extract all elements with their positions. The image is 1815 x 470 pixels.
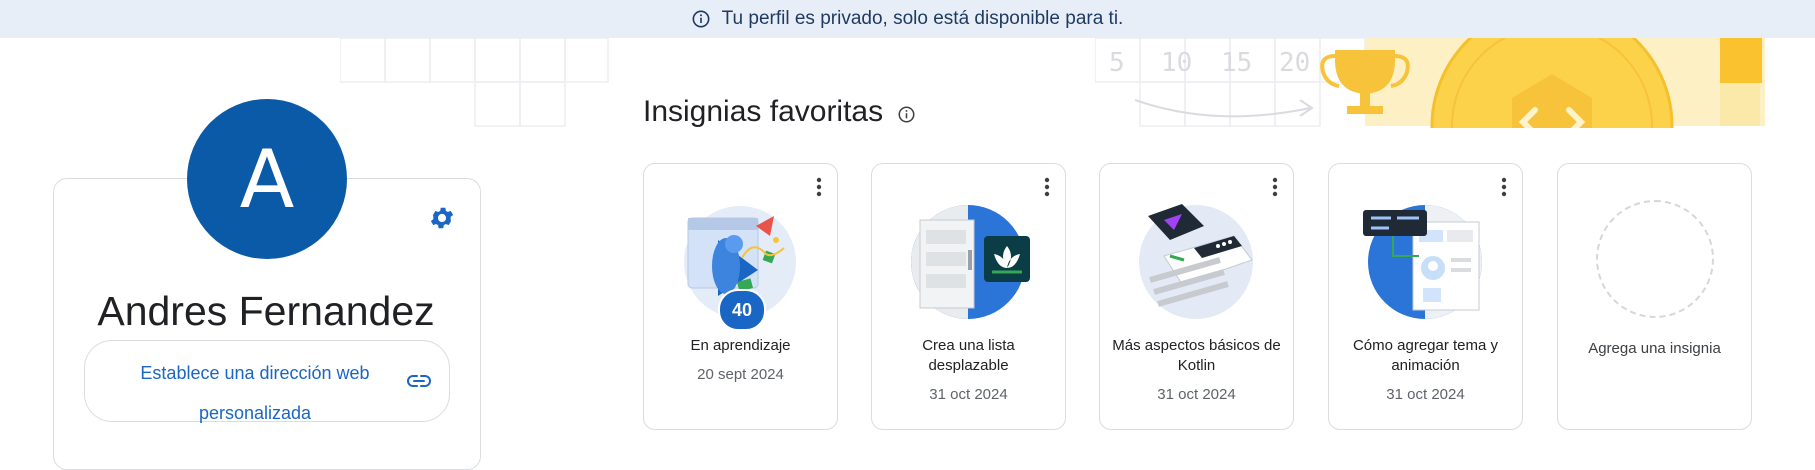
more-vert-icon[interactable] xyxy=(813,176,825,198)
badge-date: 31 oct 2024 xyxy=(1386,386,1465,403)
info-icon xyxy=(692,10,710,28)
favorite-badges-title: Insignias favoritas xyxy=(643,95,915,129)
set-custom-url-button[interactable]: Establece una dirección web personalizad… xyxy=(84,340,450,423)
badge-name: Crea una lista desplazable xyxy=(922,337,1015,374)
profile-name: Andres Fernandez xyxy=(97,288,435,334)
badge-name: En aprendizaje xyxy=(690,337,791,354)
badge-card[interactable]: Cómo agregar tema y animación 31 oct 202… xyxy=(1328,163,1523,430)
link-icon xyxy=(407,375,431,387)
add-badge-card[interactable]: Agrega una insignia xyxy=(1557,163,1752,430)
decor-number: 20 xyxy=(1279,48,1310,78)
badge-placeholder xyxy=(1596,200,1714,318)
badge-kotlin-basics-icon xyxy=(1139,204,1253,319)
privacy-banner-text: Tu perfil es privado, solo está disponib… xyxy=(721,8,1124,29)
add-badge-label: Agrega una insignia xyxy=(1588,340,1721,357)
badge-count: 40 xyxy=(718,289,766,331)
decorative-illustration: 5 10 15 20 xyxy=(1095,38,1765,128)
avatar-letter: A xyxy=(239,132,295,226)
section-title-text: Insignias favoritas xyxy=(643,95,884,128)
more-vert-icon[interactable] xyxy=(1498,176,1510,198)
decor-number: 10 xyxy=(1161,48,1192,78)
gear-icon[interactable] xyxy=(428,204,456,232)
badge-name: Más aspectos básicos de Kotlin xyxy=(1112,337,1281,374)
avatar: A xyxy=(187,99,347,259)
more-vert-icon[interactable] xyxy=(1041,176,1053,198)
decor-number: 15 xyxy=(1221,48,1252,78)
set-custom-url-label: Establece una dirección web personalizad… xyxy=(140,363,370,423)
badge-name: Cómo agregar tema y animación xyxy=(1352,337,1499,374)
info-icon[interactable] xyxy=(898,106,915,123)
decor-number: 5 xyxy=(1109,48,1125,78)
badge-theme-animation-icon xyxy=(1363,205,1482,319)
badge-date: 31 oct 2024 xyxy=(1157,386,1236,403)
more-vert-icon[interactable] xyxy=(1269,176,1281,198)
badge-card[interactable]: Crea una lista desplazable 31 oct 2024 xyxy=(871,163,1066,430)
badge-scrollable-list-icon xyxy=(911,205,1030,319)
privacy-banner: Tu perfil es privado, solo está disponib… xyxy=(0,0,1815,38)
badge-date: 20 sept 2024 xyxy=(697,366,784,383)
decorative-grid xyxy=(340,38,609,127)
badge-card[interactable]: Más aspectos básicos de Kotlin 31 oct 20… xyxy=(1099,163,1294,430)
badge-date: 31 oct 2024 xyxy=(929,386,1008,403)
